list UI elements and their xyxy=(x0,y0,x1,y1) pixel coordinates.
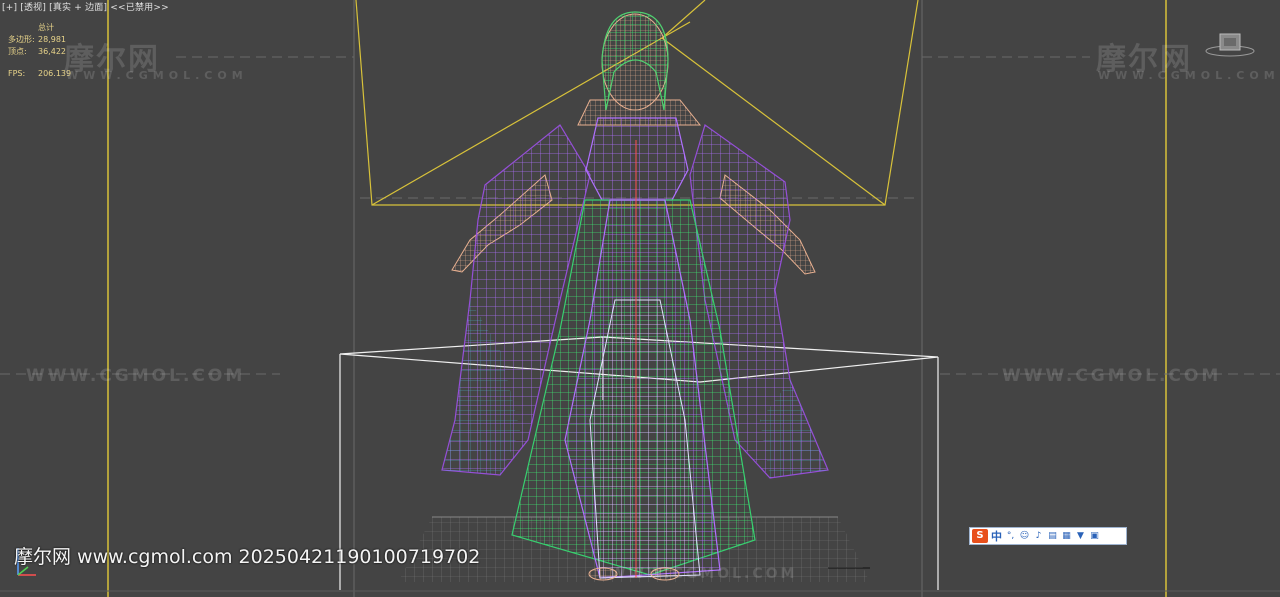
menu-grid-icon[interactable]: ▣ xyxy=(1089,531,1100,542)
stats-header: 总计 xyxy=(38,23,54,32)
viewport-statistics: 总计 多边形: 28,981 顶点: 36,422 FPS: 206.139 xyxy=(8,22,71,80)
skin-icon[interactable]: ▼ xyxy=(1075,531,1086,542)
download-stamp-text: 摩尔网 www.cgmol.com 20250421190100719702 xyxy=(14,546,481,568)
polygons-value: 28,981 xyxy=(38,35,66,44)
polygons-label: 多边形: xyxy=(8,35,35,44)
watermark-url-left: WWW.CGMOL.COM xyxy=(26,366,246,386)
scene-canvas[interactable] xyxy=(0,0,1280,597)
character-wireframe-model[interactable] xyxy=(441,11,829,581)
emoji-icon[interactable]: ☺ xyxy=(1019,531,1030,542)
watermark-url-right: WWW.CGMOL.COM xyxy=(1002,366,1222,386)
microphone-icon[interactable]: ♪ xyxy=(1033,531,1044,542)
vertices-label: 顶点: xyxy=(8,47,27,56)
watermark-url-bottom: WWW.CGMOL.COM xyxy=(610,566,798,582)
watermark-sub-left: WWW.CGMOL.COM xyxy=(66,69,248,82)
watermark-sub-right: WWW.CGMOL.COM xyxy=(1098,69,1280,82)
punctuation-icon[interactable]: °, xyxy=(1005,531,1016,542)
ime-toolbar[interactable]: S 中 °, ☺ ♪ ▤ ▦ ▼ ▣ xyxy=(969,527,1127,545)
viewport-disabled-menu[interactable]: <<已禁用>> xyxy=(110,3,169,13)
fps-label: FPS: xyxy=(8,69,26,78)
ime-mode-toggle[interactable]: 中 xyxy=(991,528,1002,544)
perspective-viewport[interactable]: [+] [透视] [真实 + 边面] <<已禁用>> 总计 多边形: 28,981… xyxy=(0,0,1280,597)
keyboard-icon[interactable]: ▤ xyxy=(1047,531,1058,542)
viewport-shading-menu[interactable]: [真实 + 边面] xyxy=(49,3,107,13)
viewport-label-menu: [+] [透视] [真实 + 边面] <<已禁用>> xyxy=(2,0,169,13)
vertices-value: 36,422 xyxy=(38,47,66,56)
toolbox-icon[interactable]: ▦ xyxy=(1061,531,1072,542)
viewport-point-of-view-menu[interactable]: [透视] xyxy=(20,3,46,13)
ime-logo-icon[interactable]: S xyxy=(972,529,988,543)
viewport-general-menu[interactable]: [+] xyxy=(2,3,17,13)
viewcube-icon[interactable] xyxy=(1205,31,1255,57)
